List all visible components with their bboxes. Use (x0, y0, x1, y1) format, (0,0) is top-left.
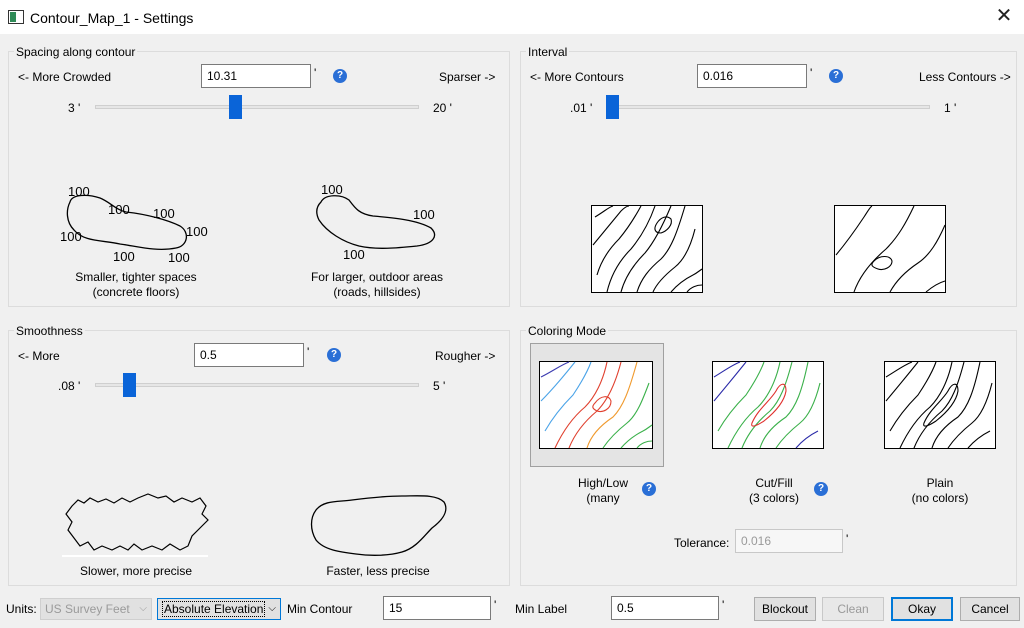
cancel-button[interactable]: Cancel (960, 597, 1020, 621)
okay-button[interactable]: Okay (891, 597, 953, 621)
cutfill-caption: Cut/Fill (3 colors) (748, 476, 799, 505)
chevron-down-icon: ⌵ (268, 603, 276, 614)
highlow-caption: High/Low (many (577, 476, 629, 505)
plain-caption: Plain (no colors) (911, 476, 969, 505)
tight-label: 100 (168, 250, 190, 265)
smoothness-max-label: 5 ' (433, 379, 446, 393)
title-bar: Contour_Map_1 - Settings ✕ (0, 0, 1024, 34)
tight-label: 100 (60, 229, 82, 244)
min-contour-unit: ' (494, 598, 497, 612)
tolerance-unit: ' (846, 532, 849, 546)
interval-slider-thumb[interactable] (606, 95, 619, 119)
units-label: Units: (6, 602, 37, 616)
smoothness-slider-thumb[interactable] (122, 373, 136, 397)
units-select[interactable]: US Survey Feet ⌵ (40, 598, 152, 620)
tolerance-input[interactable]: 0.016 (735, 529, 843, 553)
spacing-input[interactable]: 10.31 (201, 64, 311, 88)
smoothness-help-icon[interactable]: ? (327, 348, 341, 362)
interval-max-label: 1 ' (944, 101, 957, 115)
smoothness-example-caption: Faster, less precise (326, 564, 430, 578)
spacing-help-icon[interactable]: ? (333, 69, 347, 83)
units-select-value: US Survey Feet (45, 602, 130, 616)
elevation-select[interactable]: Absolute Elevation ⌵ (157, 598, 281, 620)
sparse-contour-thumbnail (834, 205, 946, 293)
loose-contour-illustration: 100 100 100 (316, 182, 436, 262)
tight-label: 100 (186, 224, 208, 239)
tight-label: 100 (113, 249, 135, 264)
spacing-right-label: Sparser -> (439, 70, 496, 84)
blockout-button[interactable]: Blockout (754, 597, 816, 621)
plain-thumbnail[interactable] (884, 361, 996, 449)
smoothness-left-label: <- More (18, 349, 60, 363)
chevron-down-icon: ⌵ (139, 603, 147, 614)
interval-right-label: Less Contours -> (919, 70, 1011, 84)
elevation-select-value: Absolute Elevation (162, 601, 266, 617)
spacing-slider-track[interactable] (95, 105, 419, 109)
spacing-group-title: Spacing along contour (14, 45, 138, 59)
cutfill-help-icon[interactable]: ? (814, 482, 828, 496)
smoothness-group-title: Smoothness (14, 324, 85, 338)
rough-shape-illustration (62, 493, 209, 557)
smoothness-right-label: Rougher -> (435, 349, 496, 363)
interval-help-icon[interactable]: ? (829, 69, 843, 83)
smooth-shape-illustration (310, 495, 447, 556)
loose-label: 100 (413, 207, 435, 222)
loose-label: 100 (321, 182, 343, 197)
close-icon[interactable]: ✕ (994, 6, 1014, 26)
spacing-example-caption: Smaller, tighter spaces (concrete floors… (75, 270, 197, 299)
smoothness-slider-track[interactable] (95, 383, 419, 387)
interval-input[interactable]: 0.016 (697, 64, 807, 88)
tolerance-label: Tolerance: (674, 536, 730, 550)
interval-group-title: Interval (526, 45, 570, 59)
smoothness-min-label: .08 ' (58, 379, 81, 393)
dense-contour-thumbnail (591, 205, 703, 293)
spacing-min-label: 3 ' (68, 101, 81, 115)
spacing-unit: ' (314, 66, 317, 80)
interval-unit: ' (810, 66, 813, 80)
min-label-label: Min Label (515, 602, 568, 616)
spacing-max-label: 20 ' (433, 101, 452, 115)
min-label-input[interactable]: 0.5 (611, 596, 719, 620)
tight-label: 100 (68, 184, 90, 199)
spacing-left-label: <- More Crowded (18, 70, 112, 84)
min-contour-input[interactable]: 15 (383, 596, 491, 620)
interval-min-label: .01 ' (570, 101, 593, 115)
coloring-group-title: Coloring Mode (526, 324, 609, 338)
smoothness-example-caption: Slower, more precise (79, 564, 193, 578)
spacing-example-caption: For larger, outdoor areas (roads, hillsi… (310, 270, 444, 299)
app-icon (8, 10, 24, 24)
spacing-slider-thumb[interactable] (228, 95, 242, 119)
min-label-unit: ' (722, 598, 725, 612)
tight-label: 100 (108, 202, 130, 217)
highlow-thumbnail[interactable] (539, 361, 653, 449)
interval-left-label: <- More Contours (530, 70, 624, 84)
clean-button[interactable]: Clean (822, 597, 884, 621)
loose-label: 100 (343, 247, 365, 262)
window-title: Contour_Map_1 - Settings (30, 10, 194, 26)
spacing-group (8, 51, 510, 307)
smoothness-unit: ' (307, 345, 310, 359)
min-contour-label: Min Contour (287, 602, 353, 616)
highlow-help-icon[interactable]: ? (642, 482, 656, 496)
interval-slider-track[interactable] (606, 105, 930, 109)
smoothness-input[interactable]: 0.5 (194, 343, 304, 367)
tight-label: 100 (153, 206, 175, 221)
tight-contour-illustration: 100 100 100 100 100 100 100 (60, 184, 208, 265)
cutfill-thumbnail[interactable] (712, 361, 824, 449)
